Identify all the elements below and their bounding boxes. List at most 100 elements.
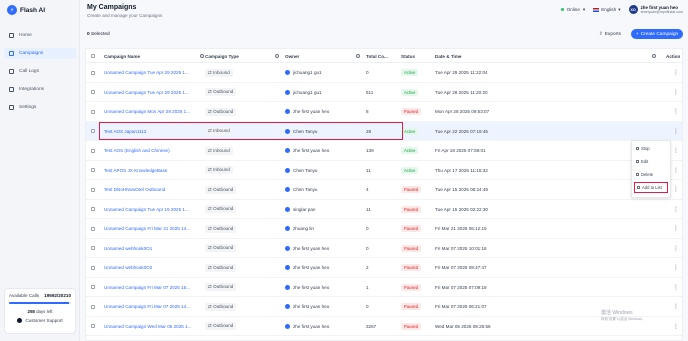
sidebar-item-home[interactable]: Home <box>4 30 76 41</box>
campaign-type-cell: ⇄ Outbound <box>205 297 279 317</box>
row-checkbox[interactable] <box>91 83 99 103</box>
status-badge: Paused <box>401 283 422 291</box>
menu-item-delete[interactable]: Delete <box>634 169 668 180</box>
campaign-name-link[interactable]: Unnamed Campaign Fri Mar 07 2025 14... <box>104 297 204 317</box>
language-select[interactable]: English ▾ <box>593 7 621 13</box>
more-actions-icon[interactable]: ⋮ <box>673 317 681 337</box>
row-checkbox[interactable] <box>91 161 99 181</box>
exports-button[interactable]: ⇪ Exports <box>599 30 621 39</box>
table-row[interactable]: Test AOS (English and Chinese) ⇄ Inbound z… <box>86 141 682 161</box>
search-icon[interactable] <box>652 54 656 58</box>
search-icon[interactable] <box>275 54 279 58</box>
more-actions-icon[interactable]: ⋮ <box>673 219 681 239</box>
row-checkbox[interactable] <box>91 317 99 337</box>
menu-item-stop[interactable]: Stop <box>634 143 668 154</box>
owner-avatar-icon <box>285 187 290 193</box>
campaign-type-label: Inbound <box>213 167 230 173</box>
campaign-name-link[interactable]: Unnamed Campaign Tue Apr 29 2025 1... <box>104 63 204 83</box>
more-actions-icon[interactable]: ⋮ <box>673 258 681 278</box>
campaign-name-link[interactable]: Test AOS (English and Chinese) <box>104 141 204 161</box>
table-row[interactable]: Unnamed Campaign Fri Mar 21 2025 14... ⇄ … <box>86 219 682 239</box>
table-row[interactable]: Unnamed Campaign Wed Mar 05 2025 1... ⇄ O… <box>86 317 682 337</box>
sidebar-item-integrations[interactable]: Integrations <box>4 84 76 95</box>
campaign-name-link[interactable]: Unnamed Campaign Tue Apr 29 2025 1... <box>104 83 204 103</box>
more-actions-icon[interactable]: ⋮ <box>673 161 681 181</box>
row-checkbox[interactable] <box>91 239 99 259</box>
campaign-name-link[interactable]: Unnamed webhook0O1 <box>104 239 204 259</box>
table-row[interactable]: Unnamed webhook0O1 ⇄ Outbound zhe first yu… <box>86 239 682 259</box>
owner-name: jichuang1 gu1 <box>293 89 322 95</box>
more-actions-icon[interactable]: ⋮ <box>673 122 681 142</box>
table-row[interactable]: Unnamed Campaign Tue Apr 15 2025 1... ⇄ O… <box>86 200 682 220</box>
owner-avatar-icon <box>285 304 290 310</box>
campaign-name-link[interactable]: Unnamed Campaign Fri Mar 07 2025 15... <box>104 278 204 298</box>
more-actions-icon[interactable]: ⋮ <box>673 200 681 220</box>
campaign-name-link[interactable]: Test DNoHNowOtel Outbound <box>104 180 204 200</box>
sidebar-item-campaigns[interactable]: Campaigns <box>4 48 76 59</box>
sidebar-item-settings[interactable]: Settings <box>4 102 76 113</box>
owner-avatar-icon <box>285 167 290 173</box>
status-badge: Active <box>401 147 419 155</box>
create-campaign-button[interactable]: + Create Campaign <box>631 29 683 39</box>
more-actions-icon[interactable]: ⋮ <box>673 278 681 298</box>
more-actions-icon[interactable]: ⋮ <box>673 297 681 317</box>
row-checkbox[interactable] <box>91 180 99 200</box>
status-cell: Paused <box>401 102 431 122</box>
owner-name: zhe first yuan heo <box>293 323 330 329</box>
table-row[interactable]: Unnamed Campaign Fri Mar 07 2025 15... ⇄ … <box>86 278 682 298</box>
sidebar-item-label: Home <box>19 33 32 38</box>
row-checkbox[interactable] <box>91 102 99 122</box>
brand-logo[interactable]: ⚡ Flash AI <box>7 5 45 15</box>
more-actions-icon[interactable]: ⋮ <box>673 83 681 103</box>
owner-avatar-icon <box>285 148 290 154</box>
row-checkbox[interactable] <box>91 219 99 239</box>
table-row[interactable]: Unnamed Campaign Fri Mar 07 2025 14... ⇄ … <box>86 297 682 317</box>
more-actions-icon[interactable]: ⋮ <box>673 102 681 122</box>
row-checkbox[interactable] <box>91 141 99 161</box>
campaign-name-link[interactable]: Unnamed Campaign Fri Mar 21 2025 14... <box>104 219 204 239</box>
customer-support-button[interactable]: Customer Support <box>9 318 71 323</box>
more-actions-icon[interactable]: ⋮ <box>673 63 681 83</box>
table-row[interactable]: Unnamed Campaign Tue Apr 29 2025 1... ⇄ I… <box>86 63 682 83</box>
search-icon[interactable] <box>200 54 204 58</box>
row-checkbox[interactable] <box>91 122 99 142</box>
campaign-icon <box>9 51 14 56</box>
sidebar-item-label: Settings <box>19 105 37 110</box>
customer-support-label: Customer Support <box>25 318 63 323</box>
campaign-name-link[interactable]: Test AOS Japan1112 <box>104 122 204 142</box>
table-row[interactable]: Unnamed Campaign Tue Apr 29 2025 1... ⇄ O… <box>86 83 682 103</box>
row-checkbox[interactable] <box>91 258 99 278</box>
menu-item-add-to-list[interactable]: Add to List <box>634 182 668 193</box>
user-menu[interactable]: XO zhe first yuan heo zhenyuan@mynfirsta… <box>628 5 683 14</box>
campaign-name-link[interactable]: Test APOS JX KnowledgeBase <box>104 161 204 181</box>
online-dot-icon <box>560 8 564 11</box>
campaign-name-link[interactable]: Unnamed Campaign Wed Mar 05 2025 1... <box>104 317 204 337</box>
status-cell: Paused <box>401 180 431 200</box>
status-cell: Active <box>401 161 431 181</box>
table-row[interactable]: Unnamed webhook0O2 ⇄ Outbound zhe first yu… <box>86 258 682 278</box>
select-all-checkbox[interactable] <box>91 49 99 63</box>
campaign-type-label: Outbound <box>213 323 234 329</box>
campaign-type-cell: ⇄ Outbound <box>205 258 279 278</box>
owner-avatar-icon <box>285 245 290 251</box>
online-status[interactable]: Online ▾ <box>560 7 585 13</box>
more-actions-icon[interactable]: ⋮ <box>673 180 681 200</box>
table-row[interactable]: Test AOS Japan1112 ⇄ Inbound Chen Tanyu 28 A… <box>86 121 682 142</box>
row-checkbox[interactable] <box>91 297 99 317</box>
campaign-name-link[interactable]: Unnamed webhook0O2 <box>104 258 204 278</box>
sidebar-item-call-logs[interactable]: Call Logs <box>4 66 76 77</box>
table-row[interactable]: Test APOS JX KnowledgeBase ⇄ Inbound Chen … <box>86 161 682 181</box>
campaign-type-tag: ⇄ Outbound <box>205 185 237 194</box>
campaign-name-link[interactable]: Unnamed Campaign Mon Apr 28 2025 1... <box>104 102 204 122</box>
search-icon[interactable] <box>356 54 360 58</box>
campaign-type-tag: ⇄ Inbound <box>205 68 233 77</box>
row-checkbox[interactable] <box>91 278 99 298</box>
row-checkbox[interactable] <box>91 63 99 83</box>
table-row[interactable]: Test DNoHNowOtel Outbound ⇄ Outbound Chen … <box>86 180 682 200</box>
row-checkbox[interactable] <box>91 200 99 220</box>
campaign-name-link[interactable]: Unnamed Campaign Tue Apr 15 2025 1... <box>104 200 204 220</box>
menu-item-edit[interactable]: Edit <box>634 156 668 167</box>
more-actions-icon[interactable]: ⋮ <box>673 239 681 259</box>
table-row[interactable]: Unnamed Campaign Mon Apr 28 2025 1... ⇄ O… <box>86 102 682 122</box>
more-actions-icon[interactable]: ⋮ <box>673 141 681 161</box>
